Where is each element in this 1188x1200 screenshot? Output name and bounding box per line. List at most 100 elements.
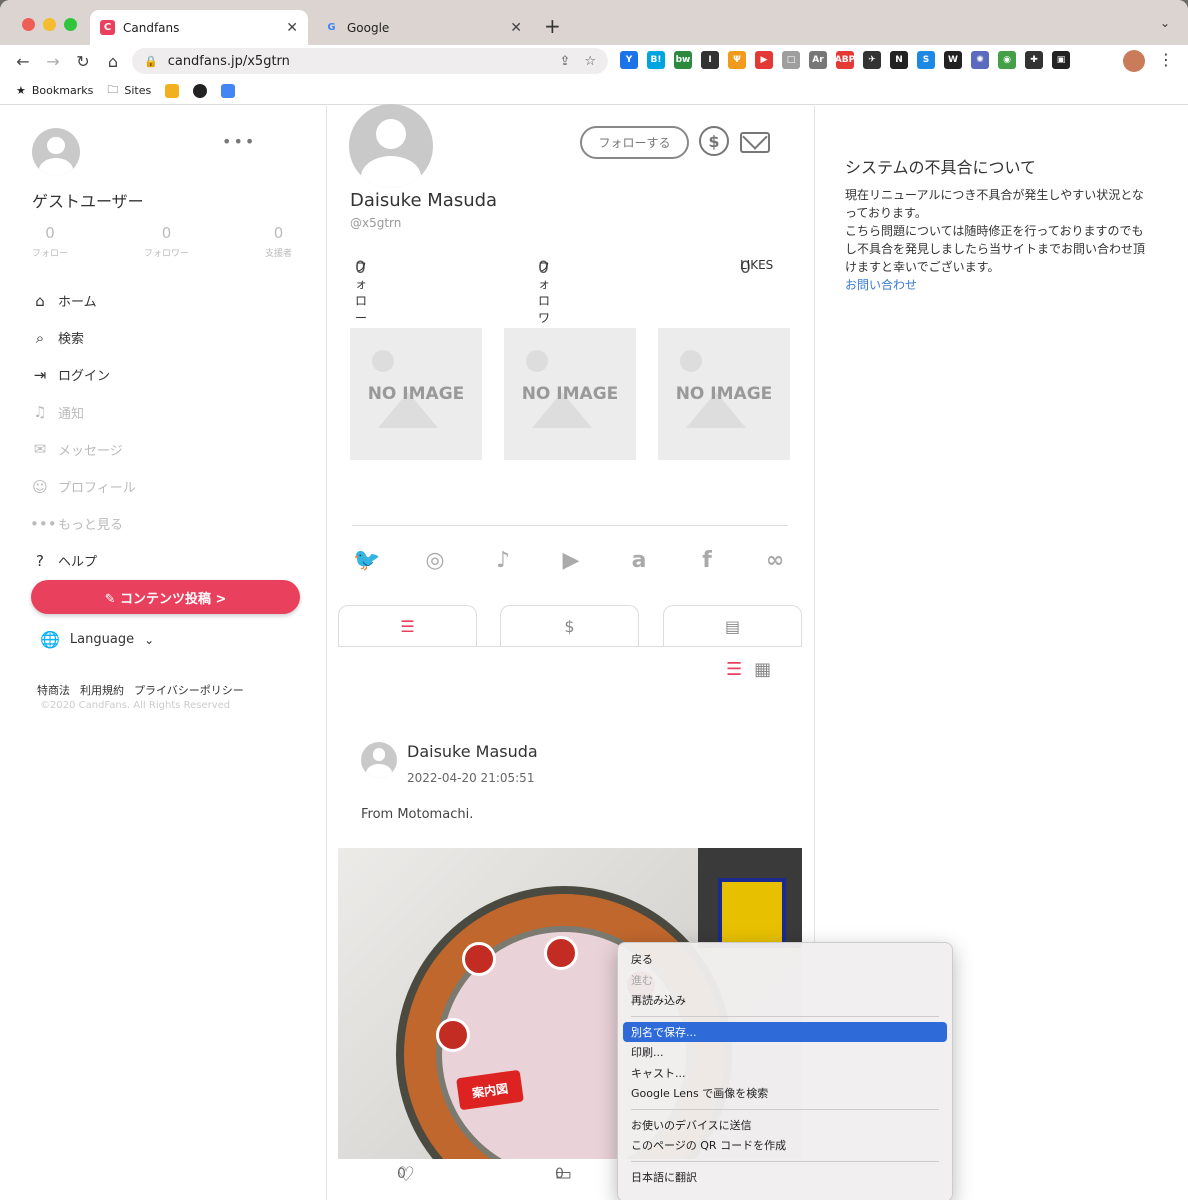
extension-icon[interactable]: I [701, 51, 719, 69]
footer-link-tokushoho[interactable]: 特商法 [37, 682, 70, 698]
twitter-icon[interactable]: 🐦 [352, 548, 382, 573]
bookmark-star-icon[interactable]: ☆ [584, 54, 596, 69]
extension-icon[interactable]: ✈ [863, 51, 881, 69]
reload-icon[interactable]: ↻ [70, 52, 96, 71]
post-content-button[interactable]: ✎ コンテンツ投稿 > [31, 580, 300, 614]
tip-dollar-icon[interactable]: $ [699, 126, 729, 156]
extension-icon[interactable]: bw [674, 51, 692, 69]
zoom-window-button[interactable] [64, 18, 77, 31]
menu-separator [631, 1108, 939, 1110]
sidebar-item-login[interactable]: ⇥ ログイン [30, 356, 136, 393]
post-author-name[interactable]: Daisuke Masuda [407, 742, 538, 761]
browser-menu-icon[interactable]: ⋮ [1158, 50, 1174, 69]
tab-search-button[interactable]: ⌄ [1160, 16, 1170, 30]
tiktok-icon[interactable]: ♪ [488, 548, 518, 573]
close-tab-icon[interactable]: ✕ [286, 20, 298, 36]
extension-icon[interactable]: Ar [809, 51, 827, 69]
sidebar-item-home[interactable]: ⌂ ホーム [30, 282, 136, 319]
extension-icon[interactable]: S [917, 51, 935, 69]
left-sidebar: ••• ゲストユーザー 0 フォロー 0 フォロワー 0 支援者 ⌂ ホーム ⌕ 検索 ⇥ ログ… [0, 106, 327, 1200]
no-image-thumbnail[interactable]: NO IMAGE [504, 328, 636, 460]
contact-link[interactable]: お問い合わせ [845, 276, 917, 293]
instagram-icon[interactable]: ◎ [420, 548, 450, 573]
tab-google[interactable]: G Google ✕ [314, 10, 532, 45]
extension-icon[interactable]: ▶ [755, 51, 773, 69]
facebook-icon[interactable]: f [692, 548, 722, 573]
post-tabs: ☰ $ ▤ [338, 605, 802, 647]
tab-title: Google [347, 20, 390, 35]
forward-arrow-icon[interactable]: → [40, 52, 66, 71]
stat-follow: 0 フォロー [32, 224, 69, 259]
extension-icon[interactable]: □ [782, 51, 800, 69]
sidebar-item-search[interactable]: ⌕ 検索 [30, 319, 136, 356]
extension-icon[interactable]: Y [620, 51, 638, 69]
extension-icon[interactable]: Ψ [728, 51, 746, 69]
tab-candfans[interactable]: C Candfans ✕ [90, 10, 308, 45]
google-favicon-icon: G [327, 22, 336, 33]
github-icon[interactable] [193, 83, 208, 98]
address-bar[interactable]: 🔒 candfans.jp/x5gtrn ⇪ ☆ [132, 48, 608, 74]
message-icon: ✉ [33, 440, 47, 459]
language-label: Language [69, 632, 135, 647]
tab-paid-icon[interactable]: $ [500, 605, 639, 647]
sidebar-item-message[interactable]: ✉ メッセージ [30, 431, 136, 468]
extension-icon[interactable]: ABP [835, 51, 855, 69]
calendar-icon[interactable] [221, 83, 236, 98]
context-menu-item[interactable]: 戻る [623, 949, 947, 970]
context-menu-item[interactable]: キャスト... [623, 1063, 947, 1084]
menu-separator [631, 1160, 939, 1162]
no-image-thumbnail[interactable]: NO IMAGE [658, 328, 790, 460]
footer-link-terms[interactable]: 利用規約 [80, 682, 124, 698]
stat-supporters: 0 支援者 [264, 224, 292, 259]
extension-icon[interactable]: ✺ [971, 51, 989, 69]
no-image-thumbnail[interactable]: NO IMAGE [350, 328, 482, 460]
context-menu-item[interactable]: 日本語に翻訳 [623, 1167, 947, 1188]
sidebar-menu: ⌂ ホーム ⌕ 検索 ⇥ ログイン ♫ 通知 ✉ メッセージ ☺ プロフィール ••• もっと見る? ヘルプ [30, 282, 136, 580]
tab-folder-icon[interactable]: ▤ [663, 605, 802, 647]
follow-button[interactable]: フォローする [580, 126, 689, 159]
back-arrow-icon[interactable]: ← [10, 52, 36, 71]
amazon-icon[interactable]: a [624, 548, 654, 573]
extension-icon[interactable]: B! [647, 51, 665, 69]
extension-icon[interactable]: ◉ [998, 51, 1016, 69]
list-view-icon[interactable]: ☰ [726, 659, 742, 680]
extension-icon[interactable]: ✚ [1025, 51, 1043, 69]
sidebar-item-more[interactable]: ••• もっと見る [30, 505, 136, 542]
language-selector[interactable]: 🌐 Language ⌄ [40, 630, 154, 649]
minimize-window-button[interactable] [43, 18, 56, 31]
browser-window: C Candfans ✕ G Google ✕ + ⌄ ← → ↻ ⌂ 🔒 ca… [0, 0, 1188, 1200]
sidebar-item-label: 通知 [58, 406, 85, 422]
sidebar-item-label: 検索 [58, 332, 85, 348]
extension-icon[interactable]: W [944, 51, 962, 69]
sidebar-item-label: プロフィール [58, 481, 136, 497]
sidebar-item-notification[interactable]: ♫ 通知 [30, 394, 136, 431]
sidebar-item-profile[interactable]: ☺ プロフィール [30, 468, 136, 505]
home-icon[interactable]: ⌂ [100, 52, 126, 71]
close-tab-icon[interactable]: ✕ [510, 20, 522, 36]
context-menu-item[interactable]: 再読み込み [623, 990, 947, 1011]
tab-list-icon[interactable]: ☰ [338, 605, 477, 647]
box-bookmark-icon[interactable] [165, 83, 180, 98]
context-menu-item[interactable]: 印刷... [623, 1042, 947, 1063]
footer-link-privacy[interactable]: プライバシーポリシー [134, 682, 244, 698]
sidebar-item-label: ヘルプ [58, 555, 98, 571]
extension-icon[interactable]: ▣ [1052, 51, 1070, 69]
profile-avatar[interactable] [1123, 50, 1145, 72]
message-mail-icon[interactable] [740, 132, 770, 153]
new-tab-button[interactable]: + [544, 14, 561, 38]
context-menu: 戻る 進む 再読み込み 別名で保存... 印刷... キャスト... Google Lens… [617, 942, 953, 1200]
share-icon[interactable]: ⇪ [559, 54, 570, 69]
bookmark-sites[interactable]: 🗀 Sites [107, 81, 151, 100]
more-options-icon[interactable]: ••• [222, 132, 256, 151]
close-window-button[interactable] [22, 18, 35, 31]
youtube-icon[interactable]: ▶ [556, 548, 586, 573]
context-menu-item[interactable]: Google Lens で画像を検索 [623, 1083, 947, 1104]
context-menu-item[interactable]: お使いのデバイスに送信 [623, 1115, 947, 1136]
bookmark-bookmarks[interactable]: ★ Bookmarks [16, 84, 93, 97]
sidebar-item-help[interactable]: ? ヘルプ [30, 542, 136, 579]
context-menu-item[interactable]: このページの QR コードを作成 [623, 1135, 947, 1156]
grid-view-icon[interactable]: ▦ [754, 659, 771, 680]
extension-icon[interactable]: N [890, 51, 908, 69]
link-icon[interactable]: ∞ [760, 548, 790, 573]
context-menu-item[interactable]: 別名で保存... [623, 1021, 947, 1042]
